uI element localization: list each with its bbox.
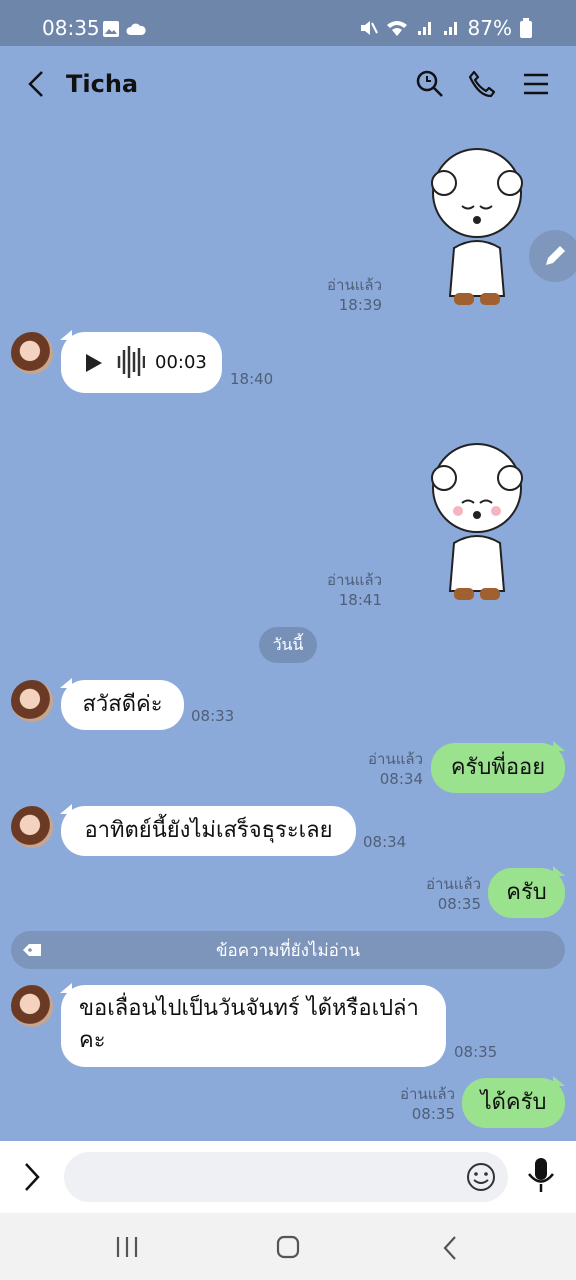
microphone-icon [528, 1158, 554, 1192]
message-time: 08:33 [191, 707, 235, 725]
date-divider: วันนี้ [259, 627, 317, 663]
back-nav-icon[interactable] [440, 1235, 460, 1261]
message-time: 08:35 [437, 895, 481, 913]
message-bubble[interactable]: ได้ครับ [462, 1078, 565, 1128]
message-time: 18:39 [338, 296, 382, 314]
cloud-icon [126, 23, 146, 35]
read-receipt: อ่านแล้ว [327, 571, 382, 589]
tag-icon [23, 944, 41, 956]
message-bubble[interactable]: อาทิตย์นี้ยังไม่เสร็จธุระเลย [61, 806, 356, 856]
gallery-icon [103, 21, 119, 37]
waveform-icon [117, 346, 145, 378]
contact-avatar[interactable] [11, 806, 53, 848]
status-time: 08:35 [42, 16, 100, 40]
message-input-bar [0, 1141, 576, 1213]
wifi-icon [386, 21, 407, 36]
recent-apps-icon[interactable] [114, 1235, 140, 1259]
message-bubble[interactable]: ขอเลื่อนไปเป็นวันจันทร์ ได้หรือเปล่า คะ [61, 985, 446, 1067]
read-receipt: อ่านแล้ว [368, 750, 423, 768]
chevron-right-icon [25, 1163, 40, 1191]
message-meta: อ่านแล้ว 08:35 [372, 1084, 455, 1124]
signal-icon [417, 22, 431, 35]
message-input[interactable] [64, 1152, 508, 1202]
voice-message-bubble[interactable]: 00:03 [61, 332, 222, 393]
android-navigation-bar [0, 1213, 576, 1280]
message-time: 18:41 [338, 591, 382, 609]
hamburger-menu-icon [524, 73, 548, 95]
message-meta: อ่านแล้ว 18:39 [300, 275, 382, 315]
expand-button[interactable] [20, 1161, 44, 1197]
contact-avatar[interactable] [11, 985, 53, 1027]
read-receipt: อ่านแล้ว [426, 875, 481, 893]
message-time: 08:35 [411, 1105, 455, 1123]
message-time: 08:35 [454, 1043, 498, 1061]
edit-floating-button[interactable] [529, 230, 576, 282]
bubble-tail [553, 866, 565, 876]
voice-input-button[interactable] [526, 1157, 556, 1197]
sheep-sticker[interactable] [424, 148, 530, 308]
status-right: 87% [358, 16, 532, 40]
call-button[interactable] [462, 64, 502, 104]
battery-percent: 87% [467, 16, 512, 40]
contact-avatar[interactable] [11, 332, 53, 374]
status-bar: 08:35 87% [0, 0, 576, 46]
signal-icon-2 [443, 22, 457, 35]
message-meta: อ่านแล้ว 08:35 [398, 874, 481, 914]
chat-title[interactable]: Ticha [66, 70, 138, 98]
bubble-tail [553, 1076, 565, 1086]
message-line: ขอเลื่อนไปเป็นวันจันทร์ ได้หรือเปล่า [79, 996, 419, 1021]
contact-avatar[interactable] [11, 680, 53, 722]
sheep-sticker[interactable] [424, 443, 530, 603]
search-button[interactable] [410, 64, 450, 104]
battery-icon [520, 18, 532, 38]
message-bubble[interactable]: สวัสดีค่ะ [61, 680, 184, 730]
message-bubble[interactable]: ครับพี่ออย [431, 743, 565, 793]
play-icon[interactable] [83, 352, 105, 374]
message-time: 08:34 [379, 770, 423, 788]
read-receipt: อ่านแล้ว [327, 276, 382, 294]
unread-divider-label: ข้อความที่ยังไม่อ่าน [215, 940, 361, 961]
message-meta: อ่านแล้ว 08:34 [340, 749, 423, 789]
bubble-tail [553, 741, 565, 751]
pencil-icon [546, 246, 565, 265]
message-line: คะ [79, 1028, 106, 1053]
search-icon [416, 70, 443, 97]
mute-icon [360, 21, 378, 35]
menu-button[interactable] [516, 64, 556, 104]
home-icon[interactable] [276, 1235, 300, 1259]
message-time: 18:40 [230, 370, 274, 388]
message-meta: อ่านแล้ว 18:41 [300, 570, 382, 610]
back-button[interactable] [16, 64, 56, 104]
message-time: 08:34 [363, 833, 407, 851]
emoji-icon[interactable] [466, 1162, 496, 1192]
unread-messages-divider: ข้อความที่ยังไม่อ่าน [11, 931, 565, 969]
read-receipt: อ่านแล้ว [400, 1085, 455, 1103]
voice-duration: 00:03 [155, 352, 207, 373]
phone-icon [468, 70, 496, 98]
chevron-left-icon [28, 71, 43, 97]
chat-header: Ticha [0, 46, 576, 122]
